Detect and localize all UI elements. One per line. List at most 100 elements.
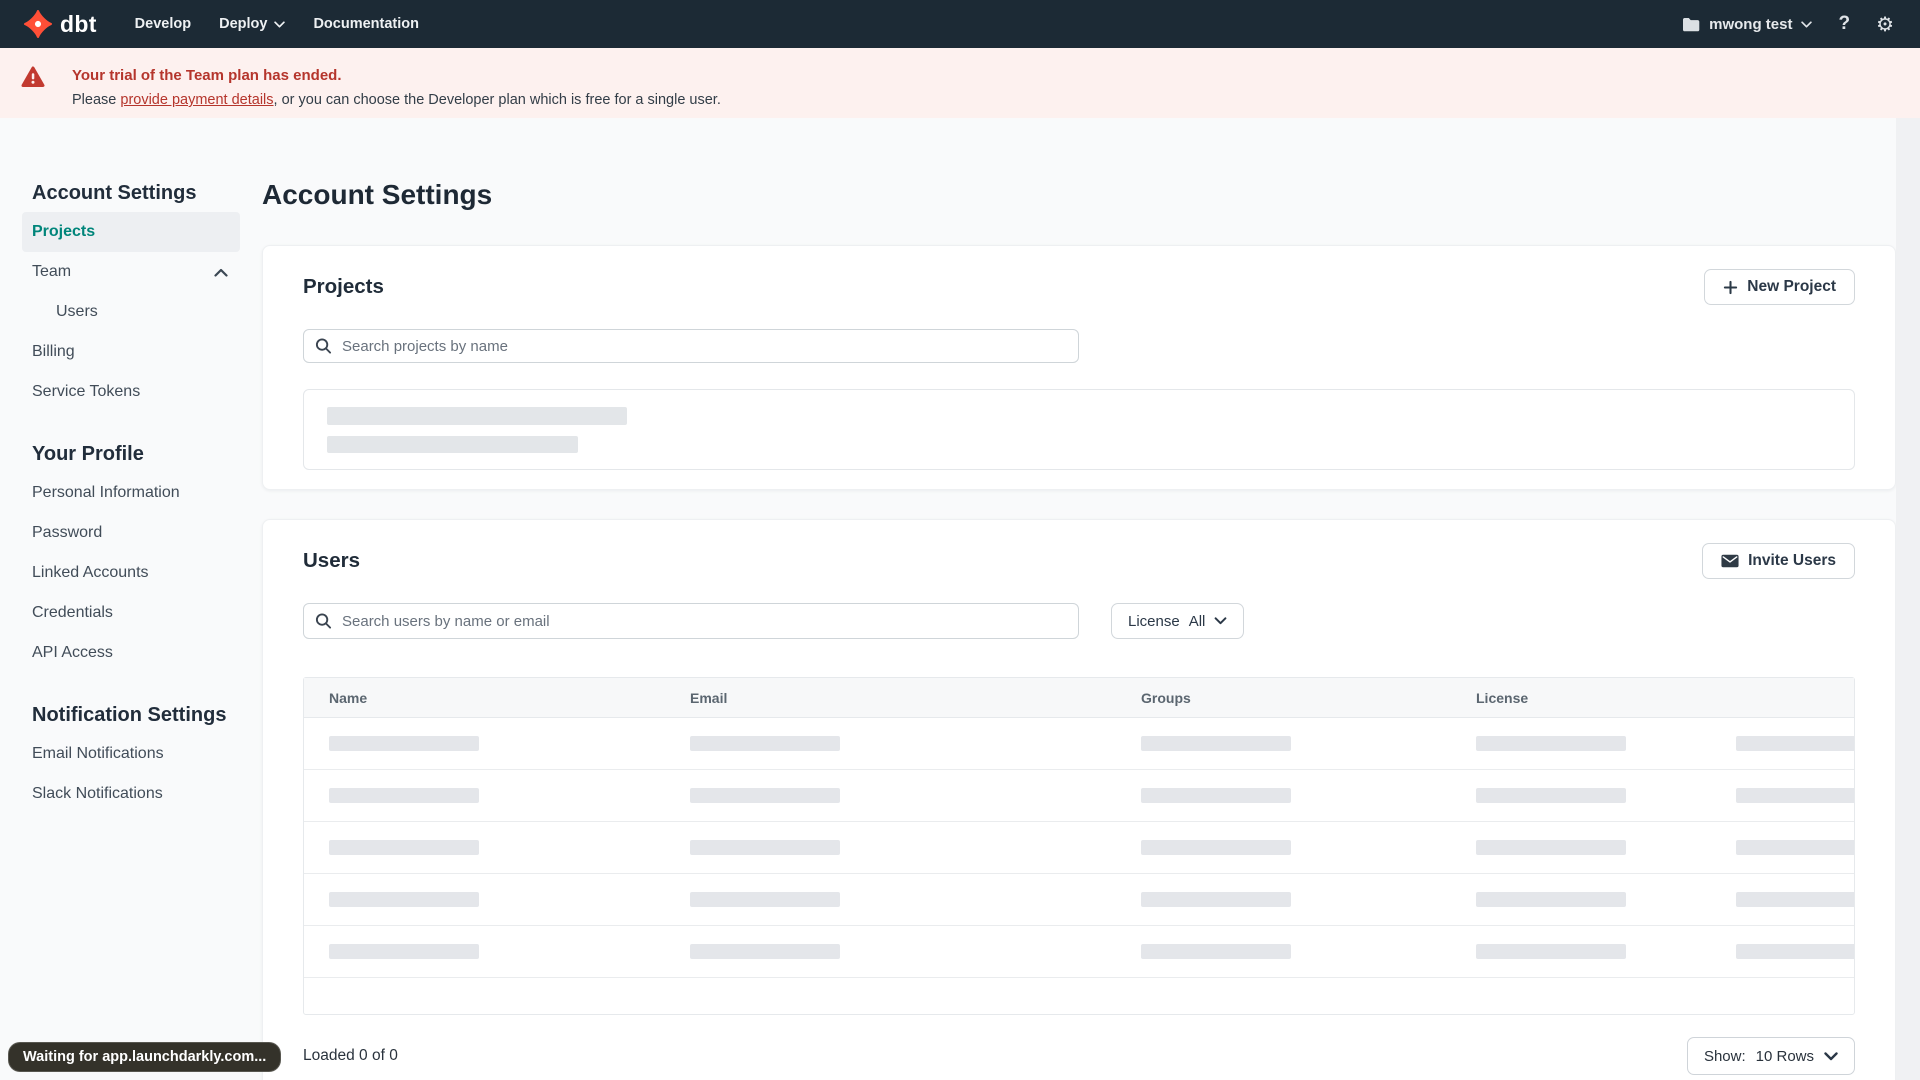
users-card: Users Invite Users Search users by name …: [262, 519, 1896, 1080]
banner-title: Your trial of the Team plan has ended.: [72, 67, 342, 84]
skeleton-bar: [1476, 840, 1626, 855]
nav-deploy[interactable]: Deploy: [219, 16, 286, 32]
skeleton-bar: [1476, 892, 1626, 907]
users-search: [303, 603, 1079, 639]
sidebar-heading-your-profile: Your Profile: [32, 443, 144, 465]
sidebar-item-api-access[interactable]: API Access: [22, 633, 240, 673]
sidebar-item-credentials[interactable]: Credentials: [22, 593, 240, 633]
projects-card: Projects New Project: [262, 245, 1896, 490]
settings-gear-icon[interactable]: ⚙: [1876, 14, 1894, 34]
sidebar-section-your-profile: Your Profile Personal Information Passwo…: [32, 439, 262, 673]
projects-search: [303, 329, 1079, 363]
loaded-count: Loaded 0 of 0: [303, 1047, 398, 1064]
sidebar-item-service-tokens[interactable]: Service Tokens: [22, 372, 240, 412]
provide-payment-details-link[interactable]: provide payment details: [120, 92, 273, 108]
sidebar-heading-notification-settings: Notification Settings: [32, 704, 227, 726]
column-header-name: Name: [329, 689, 368, 706]
skeleton-bar: [1736, 788, 1854, 803]
column-header-groups: Groups: [1141, 689, 1191, 706]
table-row-skeleton: [304, 874, 1854, 926]
skeleton-bar: [1141, 892, 1291, 907]
table-row-skeleton: [304, 718, 1854, 770]
users-table: Name Email Groups License: [303, 677, 1855, 1015]
new-project-button[interactable]: New Project: [1704, 269, 1855, 305]
skeleton-bar: [1476, 788, 1626, 803]
dbt-logo[interactable]: dbt: [24, 10, 97, 38]
projects-loading-skeleton: [303, 389, 1855, 470]
dbt-logo-text: dbt: [60, 10, 97, 37]
scrollbar-track[interactable]: [1896, 118, 1920, 1080]
chevron-down-icon: [1214, 617, 1227, 625]
page-title: Account Settings: [262, 179, 493, 210]
search-icon: [315, 613, 332, 630]
table-empty-space: [304, 978, 1854, 1014]
skeleton-bar: [1736, 736, 1854, 751]
skeleton-bar: [690, 944, 840, 959]
banner-message: Please provide payment details, or you c…: [72, 92, 721, 108]
app: dbt Develop Deploy Documentation mwong t…: [0, 0, 1920, 1080]
column-header-email: Email: [690, 689, 728, 706]
trial-ended-banner: Your trial of the Team plan has ended. P…: [0, 48, 1920, 118]
mail-icon: [1721, 554, 1739, 568]
content: Account Settings Projects Team Users Bil…: [0, 118, 1920, 1080]
nav-documentation[interactable]: Documentation: [313, 16, 419, 32]
skeleton-bar: [1141, 840, 1291, 855]
license-filter-dropdown[interactable]: License All: [1111, 603, 1245, 639]
column-header-license: License: [1476, 689, 1529, 706]
skeleton-bar: [329, 736, 479, 751]
skeleton-bar: [329, 892, 479, 907]
sidebar-item-billing[interactable]: Billing: [22, 332, 240, 372]
sidebar-section-account-settings: Account Settings Projects Team Users Bil…: [22, 178, 262, 412]
sidebar-heading-account-settings: Account Settings: [32, 182, 197, 204]
skeleton-bar: [1476, 944, 1626, 959]
plus-icon: [1723, 280, 1738, 295]
browser-status-bubble: Waiting for app.launchdarkly.com...: [8, 1042, 282, 1072]
sidebar-item-users[interactable]: Users: [22, 292, 240, 332]
skeleton-bar: [690, 736, 840, 751]
sidebar-item-password[interactable]: Password: [22, 513, 240, 553]
sidebar-item-slack-notifications[interactable]: Slack Notifications: [22, 774, 240, 814]
skeleton-bar: [1141, 944, 1291, 959]
projects-search-input[interactable]: [303, 329, 1079, 363]
skeleton-bar: [1736, 892, 1854, 907]
table-row-skeleton: [304, 822, 1854, 874]
users-search-input[interactable]: [303, 603, 1079, 639]
sidebar-item-projects[interactable]: Projects: [22, 212, 240, 252]
skeleton-bar: [1141, 736, 1291, 751]
projects-card-title: Projects: [303, 275, 384, 298]
dbt-logo-icon: [24, 10, 52, 38]
skeleton-bar: [327, 407, 627, 425]
account-switcher[interactable]: mwong test: [1682, 15, 1813, 33]
users-table-header: Name Email Groups License: [304, 678, 1854, 718]
sidebar-item-email-notifications[interactable]: Email Notifications: [22, 734, 240, 774]
folder-icon: [1682, 17, 1700, 32]
users-card-title: Users: [303, 549, 360, 572]
chevron-down-icon: [1824, 1051, 1838, 1061]
chevron-down-icon: [274, 20, 286, 28]
table-row-skeleton: [304, 926, 1854, 978]
sidebar-item-personal-information[interactable]: Personal Information: [22, 473, 240, 513]
nav-develop[interactable]: Develop: [135, 16, 191, 32]
skeleton-bar: [690, 840, 840, 855]
rows-per-page-dropdown[interactable]: Show: 10 Rows: [1686, 1037, 1855, 1075]
skeleton-bar: [690, 788, 840, 803]
sidebar-item-team[interactable]: Team: [22, 252, 240, 292]
skeleton-bar: [1476, 736, 1626, 751]
main-menu: Develop Deploy Documentation: [135, 16, 419, 32]
skeleton-bar: [690, 892, 840, 907]
sidebar-section-notification-settings: Notification Settings Email Notification…: [32, 700, 262, 814]
help-icon[interactable]: ?: [1838, 13, 1850, 35]
skeleton-bar: [329, 944, 479, 959]
invite-users-button[interactable]: Invite Users: [1702, 543, 1855, 579]
account-name: mwong test: [1709, 15, 1793, 33]
search-icon: [315, 338, 332, 355]
skeleton-bar: [329, 840, 479, 855]
sidebar-item-linked-accounts[interactable]: Linked Accounts: [22, 553, 240, 593]
top-nav: dbt Develop Deploy Documentation mwong t…: [0, 0, 1920, 48]
settings-sidebar: Account Settings Projects Team Users Bil…: [0, 118, 262, 1080]
chevron-down-icon: [1801, 20, 1813, 28]
chevron-up-icon: [214, 268, 228, 277]
skeleton-bar: [1736, 944, 1854, 959]
skeleton-bar: [1736, 840, 1854, 855]
skeleton-bar: [327, 436, 578, 453]
